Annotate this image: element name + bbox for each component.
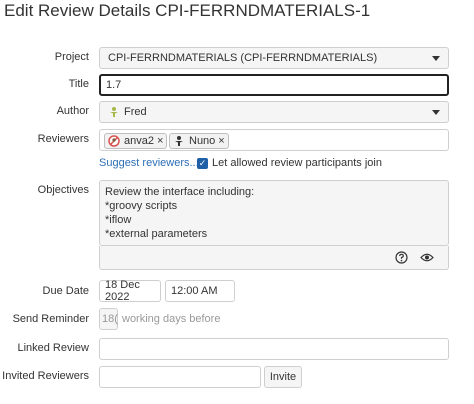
title-input[interactable]: 1.7 — [99, 74, 449, 96]
person-icon — [110, 107, 118, 117]
send-reminder-label: Send Reminder — [12, 313, 89, 325]
objectives-toolbar — [99, 246, 449, 270]
due-date-input[interactable]: 18 Dec 2022 — [99, 279, 161, 303]
allowed-participants-checkbox[interactable]: ✓ — [197, 158, 208, 169]
linked-review-label: Linked Review — [17, 342, 89, 354]
linked-review-input[interactable] — [99, 338, 449, 360]
chevron-down-icon — [432, 110, 440, 115]
due-time-input[interactable]: 12:00 AM — [165, 280, 235, 302]
invite-button[interactable]: Invite — [264, 366, 302, 388]
send-reminder-input[interactable]: 18( — [99, 308, 118, 330]
author-select[interactable]: Fred — [99, 101, 449, 123]
remove-reviewer-icon[interactable]: × — [218, 135, 224, 147]
objectives-line: *groovy scripts — [105, 200, 178, 212]
reviewers-label: Reviewers — [37, 133, 89, 145]
reviewer-tag-anva2: anva2 × — [104, 133, 168, 149]
blocked-avatar-icon — [108, 135, 120, 147]
invited-reviewers-input[interactable] — [99, 366, 261, 388]
allowed-participants-label: Let allowed review participants join — [212, 157, 382, 169]
title-label: Title — [68, 78, 89, 90]
due-time-value: 12:00 AM — [171, 285, 218, 297]
invited-reviewers-label: Invited Reviewers — [2, 370, 89, 382]
send-reminder-value: 18( — [102, 313, 118, 325]
reviewer-tag-nuno: Nuno × — [169, 133, 229, 149]
reviewer-name: anva2 — [124, 135, 154, 147]
objectives-line: *iflow — [105, 214, 132, 226]
due-date-value: 18 Dec 2022 — [105, 279, 140, 303]
suggest-reviewers-link[interactable]: Suggest reviewers... — [99, 157, 199, 169]
reviewers-input[interactable]: anva2 × Nuno × — [99, 129, 449, 151]
due-date-label: Due Date — [42, 285, 89, 297]
remove-reviewer-icon[interactable]: × — [157, 135, 163, 147]
objectives-label: Objectives — [37, 184, 89, 196]
author-value: Fred — [124, 106, 147, 118]
objectives-line: *external parameters — [105, 228, 208, 240]
project-value: CPI-FERRNDMATERIALS (CPI-FERRNDMATERIALS… — [108, 52, 378, 64]
reviewer-name: Nuno — [189, 135, 216, 147]
dialog-title: Edit Review Details CPI-FERRNDMATERIALS-… — [4, 1, 371, 20]
project-label: Project — [54, 51, 89, 63]
author-label: Author — [56, 105, 89, 117]
help-icon[interactable] — [395, 251, 408, 264]
objectives-textarea[interactable]: Review the interface including: *groovy … — [99, 180, 449, 246]
send-reminder-suffix: working days before — [122, 313, 221, 325]
project-select[interactable]: CPI-FERRNDMATERIALS (CPI-FERRNDMATERIALS… — [99, 47, 449, 69]
chevron-down-icon — [432, 56, 440, 61]
person-icon — [175, 136, 183, 146]
objectives-line: Review the interface including: — [105, 186, 255, 198]
title-value: 1.7 — [106, 79, 122, 91]
preview-eye-icon[interactable] — [420, 252, 434, 263]
